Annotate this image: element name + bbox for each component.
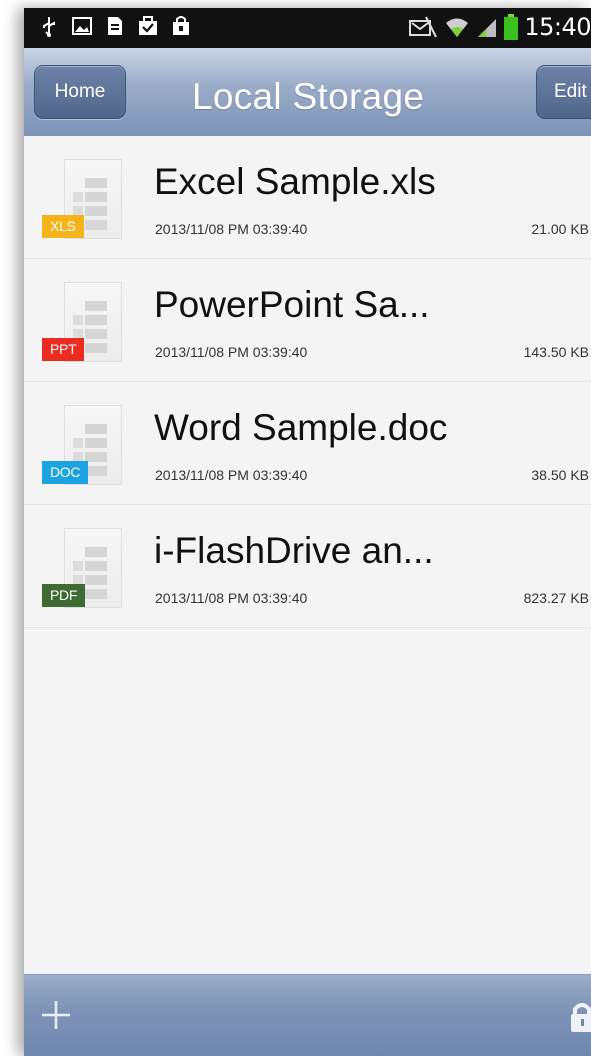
file-size: 143.50 KB bbox=[523, 344, 589, 360]
file-row[interactable]: XLS Excel Sample.xls 2013/11/08 PM 03:39… bbox=[24, 136, 591, 259]
wifi-icon bbox=[446, 18, 469, 37]
file-row[interactable]: PDF i-FlashDrive an... 2013/11/08 PM 03:… bbox=[24, 505, 591, 628]
battery-icon bbox=[504, 14, 519, 40]
file-date: 2013/11/08 PM 03:39:40 bbox=[155, 344, 308, 360]
document-icon bbox=[108, 17, 122, 35]
file-size: 38.50 KB bbox=[531, 467, 589, 483]
edit-button[interactable]: Edit bbox=[536, 65, 591, 119]
file-name: Word Sample.doc bbox=[154, 407, 448, 448]
file-row[interactable]: DOC Word Sample.doc 2013/11/08 PM 03:39:… bbox=[24, 382, 591, 505]
home-button[interactable]: Home bbox=[34, 65, 126, 119]
phone-screen: 15:40 Home Local Storage Edit XLS Excel … bbox=[24, 8, 591, 1056]
notification-icons bbox=[38, 15, 192, 37]
pdf-file-icon: PDF bbox=[42, 528, 124, 614]
system-icons: 15:40 bbox=[408, 13, 591, 41]
ppt-file-icon: PPT bbox=[42, 282, 124, 368]
file-type-badge: DOC bbox=[42, 461, 89, 484]
usb-icon bbox=[43, 17, 55, 37]
signal-icon bbox=[478, 19, 497, 37]
plus-icon[interactable] bbox=[38, 997, 74, 1033]
file-name: PowerPoint Sa... bbox=[154, 284, 430, 325]
file-date: 2013/11/08 PM 03:39:40 bbox=[155, 467, 308, 483]
file-list: XLS Excel Sample.xls 2013/11/08 PM 03:39… bbox=[24, 136, 591, 628]
header-bar: Home Local Storage Edit bbox=[24, 48, 591, 137]
page-title: Local Storage bbox=[192, 76, 425, 117]
file-date: 2013/11/08 PM 03:39:40 bbox=[155, 221, 308, 237]
image-icon bbox=[72, 17, 92, 35]
file-type-badge: XLS bbox=[42, 215, 84, 238]
file-type-badge: PDF bbox=[42, 584, 86, 607]
bottom-toolbar bbox=[24, 974, 591, 1056]
doc-file-icon: DOC bbox=[42, 405, 124, 491]
file-name: Excel Sample.xls bbox=[154, 161, 436, 202]
file-row[interactable]: PPT PowerPoint Sa... 2013/11/08 PM 03:39… bbox=[24, 259, 591, 382]
file-name: i-FlashDrive an... bbox=[154, 530, 434, 571]
shopping-bag-icon bbox=[173, 16, 189, 35]
file-size: 21.00 KB bbox=[531, 221, 589, 237]
lock-icon[interactable] bbox=[567, 999, 591, 1033]
briefcase-icon bbox=[139, 16, 157, 35]
status-time: 15:40 bbox=[524, 13, 591, 41]
xls-file-icon: XLS bbox=[42, 159, 124, 245]
status-bar: 15:40 bbox=[24, 8, 591, 48]
file-type-badge: PPT bbox=[42, 338, 85, 361]
file-date: 2013/11/08 PM 03:39:40 bbox=[155, 590, 308, 606]
file-size: 823.27 KB bbox=[523, 590, 589, 606]
mute-icon bbox=[409, 16, 438, 38]
